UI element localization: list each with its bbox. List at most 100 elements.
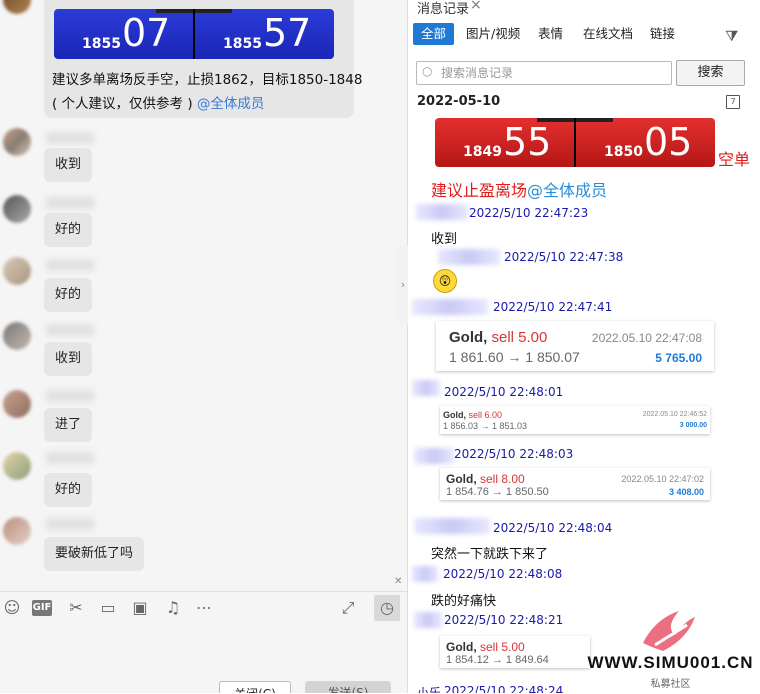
quote-ask-small: 1855: [223, 36, 262, 52]
message-text: 建议多单离场反手空，止损1862，目标1850-1848: [52, 72, 363, 88]
sender-name: [412, 299, 488, 315]
message-time: 2022/5/10 22:48:24: [444, 684, 564, 693]
symbol-text: Gold,: [449, 329, 492, 346]
gif-icon[interactable]: GIF: [32, 600, 52, 616]
avatar[interactable]: [3, 322, 31, 350]
avatar[interactable]: [3, 390, 31, 418]
emoji-image[interactable]: 😲: [433, 269, 457, 293]
avatar[interactable]: [3, 128, 31, 156]
message-time: 2022/5/10 22:48:08: [443, 567, 563, 581]
folder-icon[interactable]: ▭: [98, 598, 118, 618]
sender-name: [412, 380, 440, 396]
panel-title: 消息记录: [417, 2, 470, 17]
sender-name: [412, 566, 438, 582]
trade-amount: 3 408.00: [668, 487, 704, 497]
close-icon[interactable]: ×: [470, 0, 482, 13]
quote-ask-small: 1850: [604, 144, 643, 160]
expand-icon[interactable]: ⤢: [338, 598, 358, 618]
trade-card[interactable]: Gold, sell 5.00 1 854.12 → 1 849.64: [440, 636, 590, 668]
trade-prices: 1 854.12 → 1 849.64: [446, 654, 549, 666]
image-icon[interactable]: ▣: [130, 598, 150, 618]
avatar[interactable]: [3, 0, 31, 14]
quote-ask-big: 57: [263, 11, 312, 55]
trade-side: sell 5.00: [491, 329, 548, 346]
history-icon[interactable]: ◷: [374, 595, 400, 621]
message-text: 收到: [431, 232, 458, 247]
collapse-icon[interactable]: ✕: [394, 576, 402, 587]
search-button[interactable]: 搜索: [676, 60, 745, 86]
search-input[interactable]: [439, 64, 668, 82]
quote-bid: 1849 55: [435, 118, 576, 167]
message-bubble: 好的: [44, 213, 93, 247]
more-icon[interactable]: ⋯: [194, 598, 214, 618]
quote-bid-big: 55: [503, 120, 552, 164]
sender-name: [46, 132, 94, 144]
trade-side: sell 6.00: [468, 410, 503, 420]
sender-name: [46, 518, 94, 530]
trade-prices: 1 854.76 → 1 850.50: [446, 486, 549, 498]
calendar-icon[interactable]: 7: [726, 95, 740, 109]
tab-emoji[interactable]: 表情: [538, 23, 563, 45]
tab-docs[interactable]: 在线文档: [583, 23, 633, 45]
bell-icon[interactable]: ♫: [163, 598, 183, 618]
trade-symbol: Gold, sell 8.00: [446, 472, 525, 486]
filter-icon[interactable]: ⧩: [725, 27, 738, 45]
watermark-site: WWW.SIMU001.CN: [587, 653, 754, 672]
message-bubble: 进了: [44, 408, 93, 442]
message-time: 2022/5/10 22:48:01: [444, 385, 564, 399]
short-label: 空单: [718, 150, 751, 169]
sender-name: [414, 448, 454, 464]
trade-card[interactable]: Gold, sell 5.00 1 861.60 → 1 850.07 2022…: [436, 321, 714, 371]
message-input[interactable]: 关闭(C) 发送(S): [0, 624, 407, 693]
quote-image[interactable]: 1855 07 1855 57: [54, 9, 334, 59]
search-box: ○: [416, 61, 672, 85]
trade-symbol: Gold, sell 5.00: [446, 640, 525, 654]
mention-link[interactable]: @全体成员: [197, 96, 265, 112]
trade-symbol: Gold, sell 6.00: [443, 410, 502, 420]
message-time: 2022/5/10 22:48:03: [454, 447, 574, 461]
message-note: ( 个人建议，仅供参考 ): [52, 96, 197, 112]
mention-link[interactable]: @全体成员: [527, 181, 607, 200]
chat-window: 1855 07 1855 57 建议多单离场反手空，止损1862，目标1850-…: [0, 0, 407, 693]
sender-name: [414, 612, 442, 628]
trade-prices: 1 861.60 → 1 850.07: [449, 349, 580, 365]
tab-media[interactable]: 图片/视频: [466, 23, 520, 45]
input-toolbar: ☺ GIF ✂ ▭ ▣ ♫ ⋯ ⤢ ◷ ✕: [0, 576, 407, 624]
smile-icon[interactable]: ☺: [2, 598, 22, 618]
tab-links[interactable]: 链接: [650, 23, 675, 45]
avatar[interactable]: [3, 195, 31, 223]
send-button[interactable]: 发送(S): [305, 681, 391, 693]
trade-date: 2022.05.10 22:47:02: [621, 474, 704, 484]
sender-name: [46, 324, 94, 336]
quote-ask: 1855 57: [195, 9, 334, 59]
close-button[interactable]: 关闭(C): [219, 681, 291, 693]
message-text-line2: ( 个人建议，仅供参考 ) @全体成员: [52, 92, 264, 112]
trade-side: sell 5.00: [480, 640, 525, 654]
trade-amount: 5 765.00: [655, 351, 702, 365]
trade-date: 2022.05.10 22:47:08: [591, 331, 702, 345]
message-text: 跌的好痛快: [431, 594, 497, 609]
sender-name: [46, 452, 94, 464]
avatar[interactable]: [3, 257, 31, 285]
trade-side: sell 8.00: [480, 472, 525, 486]
message-bubble: 要破新低了吗: [44, 537, 145, 571]
tab-all[interactable]: 全部: [413, 23, 455, 45]
sender-name: [46, 197, 94, 209]
quote-bid-big: 07: [122, 11, 171, 55]
quote-bid-small: 1855: [82, 36, 121, 52]
message-bubble: 收到: [44, 342, 93, 376]
message-time: 2022/5/10 22:47:23: [469, 206, 589, 220]
trade-card[interactable]: Gold, sell 6.00 1 856.03 → 1 851.03 2022…: [440, 406, 710, 434]
avatar[interactable]: [3, 452, 31, 480]
scissors-icon[interactable]: ✂: [66, 598, 86, 618]
quote-ask: 1850 05: [576, 118, 715, 167]
quote-bid: 1855 07: [54, 9, 195, 59]
history-panel: 消息记录 × 全部 图片/视频 表情 在线文档 链接 ⧩ ○ 搜索 2022-0…: [408, 0, 760, 693]
symbol-text: Gold,: [443, 410, 469, 420]
trade-symbol: Gold, sell 5.00: [449, 329, 547, 346]
trade-card[interactable]: Gold, sell 8.00 1 854.76 → 1 850.50 2022…: [440, 468, 710, 500]
quote-image[interactable]: 1849 55 1850 05: [435, 118, 715, 167]
last-sender: 小乐: [417, 686, 442, 693]
advice-label: 建议止盈离场: [431, 181, 528, 200]
avatar[interactable]: [3, 517, 31, 545]
